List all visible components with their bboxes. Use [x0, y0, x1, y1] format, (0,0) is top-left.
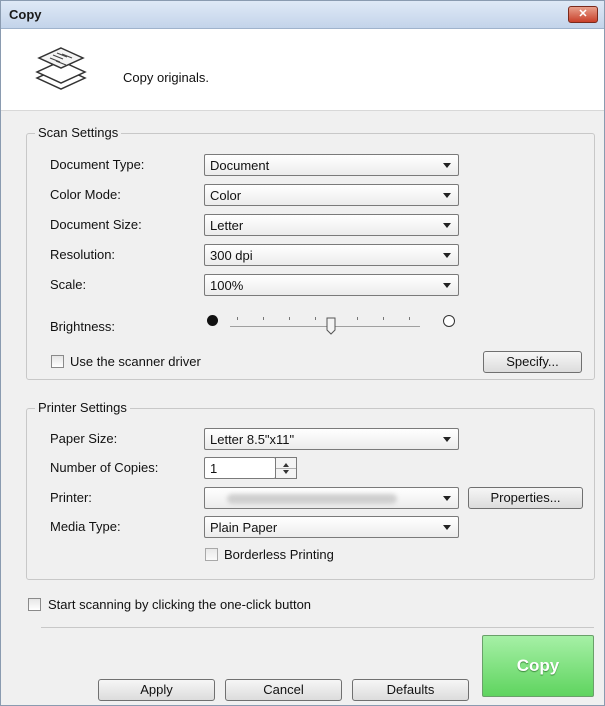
footer-divider — [41, 627, 594, 628]
chevron-down-icon — [443, 283, 451, 288]
slider-tick — [315, 317, 316, 320]
specify-button-label: Specify... — [506, 354, 559, 369]
dark-brightness-icon — [207, 315, 218, 326]
stepper-down-icon[interactable] — [283, 470, 289, 474]
color-mode-value: Color — [210, 188, 242, 203]
copies-stepper[interactable] — [275, 457, 297, 479]
chevron-down-icon — [443, 223, 451, 228]
copy-button[interactable]: Copy — [482, 635, 594, 697]
scale-label: Scale: — [50, 277, 87, 292]
media-type-value: Plain Paper — [210, 520, 278, 535]
number-of-copies-value: 1 — [210, 461, 218, 476]
specify-button[interactable]: Specify... — [483, 351, 582, 373]
chevron-down-icon — [443, 525, 451, 530]
copy-documents-icon — [35, 47, 87, 90]
brightness-slider-thumb[interactable] — [326, 317, 336, 335]
chevron-down-icon — [443, 163, 451, 168]
close-icon: ✕ — [578, 8, 588, 20]
brightness-label: Brightness: — [50, 319, 116, 334]
properties-button-label: Properties... — [490, 490, 561, 505]
slider-tick — [409, 317, 410, 320]
resolution-value: 300 dpi — [210, 248, 253, 263]
stepper-divider — [276, 468, 296, 469]
color-mode-select[interactable]: Color — [204, 184, 459, 206]
media-type-label: Media Type: — [50, 519, 121, 534]
slider-tick — [237, 317, 238, 320]
stepper-up-icon[interactable] — [283, 463, 289, 467]
use-scanner-driver-checkbox[interactable] — [51, 355, 64, 368]
resolution-label: Resolution: — [50, 247, 116, 262]
copy-dialog: Copy ✕ Copy originals. Scan Settings Doc… — [0, 0, 605, 706]
paper-size-value: Letter 8.5"x11" — [210, 432, 295, 447]
paper-size-label: Paper Size: — [50, 431, 118, 446]
scan-settings-title: Scan Settings — [35, 125, 122, 140]
dialog-header: Copy originals. — [1, 29, 604, 111]
number-of-copies-label: Number of Copies: — [50, 460, 159, 475]
one-click-checkbox[interactable] — [28, 598, 41, 611]
color-mode-label: Color Mode: — [50, 187, 121, 202]
properties-button[interactable]: Properties... — [468, 487, 583, 509]
brightness-slider[interactable] — [230, 326, 420, 327]
defaults-button-label: Defaults — [386, 682, 435, 697]
defaults-button[interactable]: Defaults — [352, 679, 469, 701]
dialog-description: Copy originals. — [123, 70, 209, 85]
apply-button[interactable]: Apply — [98, 679, 215, 701]
close-button[interactable]: ✕ — [568, 6, 598, 23]
apply-button-label: Apply — [140, 682, 173, 697]
borderless-printing-label: Borderless Printing — [224, 547, 334, 562]
media-type-select[interactable]: Plain Paper — [204, 516, 459, 538]
printer-label: Printer: — [50, 490, 92, 505]
title-bar: Copy ✕ — [1, 1, 604, 29]
printer-select[interactable] — [204, 487, 459, 509]
chevron-down-icon — [443, 496, 451, 501]
scale-select[interactable]: 100% — [204, 274, 459, 296]
cancel-button[interactable]: Cancel — [225, 679, 342, 701]
chevron-down-icon — [443, 437, 451, 442]
document-size-select[interactable]: Letter — [204, 214, 459, 236]
scale-value: 100% — [210, 278, 244, 293]
resolution-select[interactable]: 300 dpi — [204, 244, 459, 266]
document-type-label: Document Type: — [50, 157, 145, 172]
document-type-select[interactable]: Document — [204, 154, 459, 176]
document-size-value: Letter — [210, 218, 244, 233]
chevron-down-icon — [443, 253, 451, 258]
number-of-copies-input[interactable]: 1 — [204, 457, 276, 479]
borderless-printing-checkbox[interactable] — [205, 548, 218, 561]
slider-tick — [263, 317, 264, 320]
printer-settings-title: Printer Settings — [35, 400, 130, 415]
printer-name-redacted — [227, 494, 397, 504]
chevron-down-icon — [443, 193, 451, 198]
document-size-label: Document Size: — [50, 217, 142, 232]
paper-size-select[interactable]: Letter 8.5"x11" — [204, 428, 459, 450]
slider-tick — [383, 317, 384, 320]
light-brightness-icon — [443, 315, 455, 327]
slider-tick — [289, 317, 290, 320]
window-title: Copy — [9, 7, 42, 22]
copy-button-label: Copy — [516, 656, 560, 675]
document-type-value: Document — [210, 158, 270, 173]
cancel-button-label: Cancel — [263, 682, 304, 697]
one-click-label: Start scanning by clicking the one-click… — [48, 597, 312, 612]
slider-tick — [357, 317, 358, 320]
use-scanner-driver-label: Use the scanner driver — [70, 354, 201, 369]
